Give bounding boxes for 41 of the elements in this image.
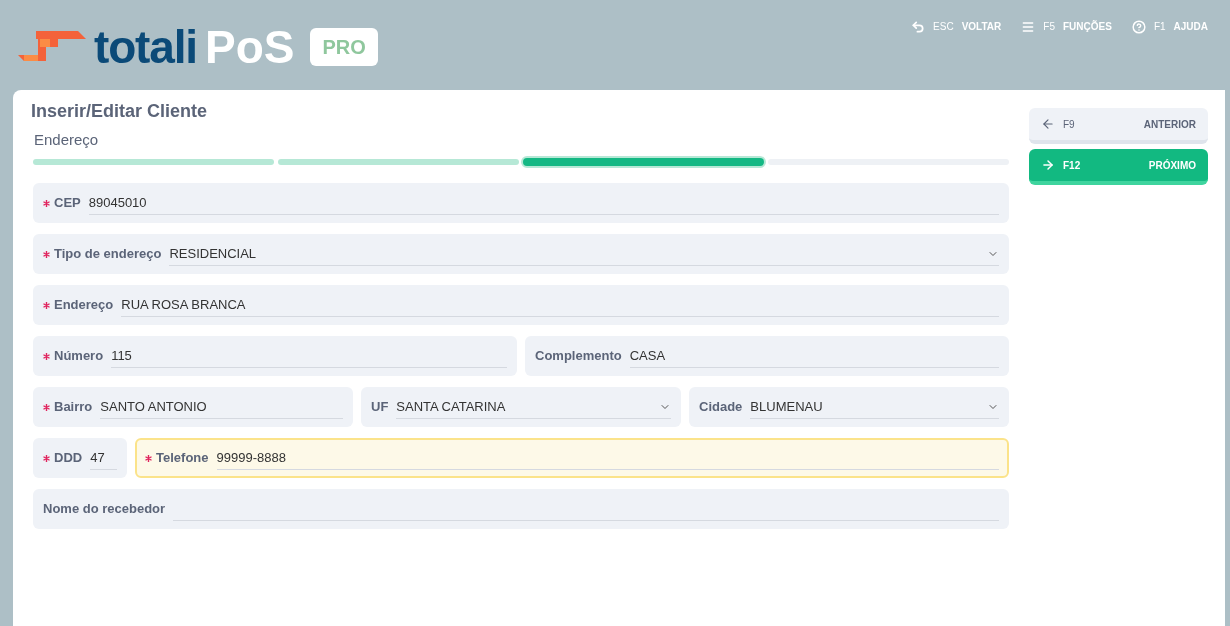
- field-value: 89045010: [88, 193, 148, 212]
- field-value: 115: [111, 346, 133, 365]
- step-title: Endereço: [34, 129, 100, 150]
- field-label: Endereço: [54, 296, 114, 315]
- form-field[interactable]: UF SANTA CATARINA: [361, 387, 681, 427]
- form-field[interactable]: Complemento CASA: [525, 336, 1009, 376]
- form-field[interactable]: DDD 47: [33, 438, 127, 478]
- field-label: UF: [371, 398, 389, 417]
- logo-product: PoS: [205, 24, 295, 70]
- field-value: RUA ROSA BRANCA: [121, 295, 247, 314]
- field-value: BLUMENAU: [750, 397, 824, 416]
- form-field[interactable]: Bairro SANTO ANTONIO: [33, 387, 353, 427]
- field-label: CEP: [54, 194, 81, 213]
- field-label: Tipo de endereço: [54, 245, 162, 264]
- field-value: RESIDENCIAL: [169, 244, 258, 263]
- form-field[interactable]: Tipo de endereço RESIDENCIAL: [33, 234, 1009, 274]
- form-field[interactable]: Telefone 99999-8888: [135, 438, 1009, 478]
- field-label: Cidade: [699, 398, 743, 417]
- logo-brand: totali: [94, 24, 197, 70]
- field-label: Telefone: [156, 449, 209, 468]
- field-value: 47: [90, 448, 106, 467]
- form-field[interactable]: Nome do recebedor: [33, 489, 1009, 529]
- field-value: SANTA CATARINA: [396, 397, 507, 416]
- field-value: CASA: [629, 346, 667, 365]
- back-icon: [911, 19, 926, 34]
- field-value: 99999-8888: [216, 448, 287, 467]
- page-title: Inserir/Editar Cliente: [31, 100, 209, 123]
- help-icon: [1131, 19, 1146, 34]
- previous-button[interactable]: F9 ANTERIOR: [1029, 108, 1208, 144]
- form-field[interactable]: Cidade BLUMENAU: [689, 387, 1009, 427]
- field-label: Nome do recebedor: [43, 500, 166, 519]
- field-label: Complemento: [535, 347, 622, 366]
- field-label: DDD: [54, 449, 83, 468]
- form-field[interactable]: Número 115: [33, 336, 517, 376]
- form-field[interactable]: CEP 89045010: [33, 183, 1009, 223]
- menu-icon: [1021, 19, 1036, 34]
- edition-badge: PRO: [310, 28, 378, 66]
- field-value: SANTO ANTONIO: [100, 397, 208, 416]
- field-label: Número: [54, 347, 104, 366]
- form-field[interactable]: Endereço RUA ROSA BRANCA: [33, 285, 1009, 325]
- field-label: Bairro: [54, 398, 93, 417]
